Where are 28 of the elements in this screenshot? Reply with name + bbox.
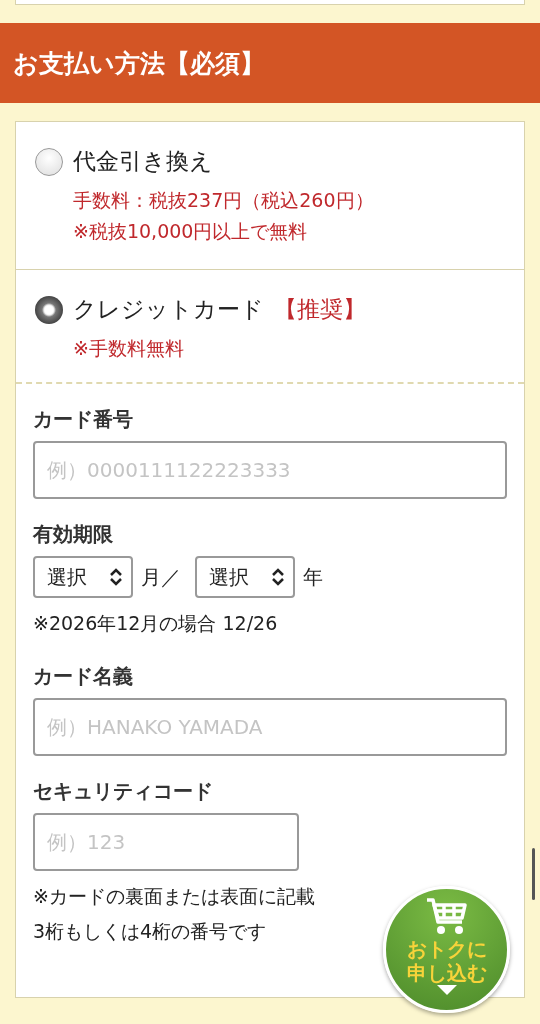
unit-label: 月／	[141, 563, 181, 591]
select-field[interactable]: 選択	[33, 556, 133, 598]
radio-button[interactable]	[35, 295, 63, 324]
section-title: お支払い方法【必須】	[0, 23, 540, 103]
cart-icon	[424, 897, 469, 937]
chevron-icon	[271, 567, 285, 587]
input-field[interactable]: 例）123	[33, 813, 299, 871]
option-label: クレジットカード	[73, 295, 264, 324]
input-field[interactable]: 例）HANAKO YAMADA	[33, 698, 507, 756]
fee-note: ※手数料無料	[73, 336, 185, 361]
field-note: ※カードの裏面または表面に記載	[33, 884, 315, 909]
fee-note: ※税抜10,000円以上で無料	[73, 219, 309, 244]
field-label: 有効期限	[33, 521, 114, 548]
option-tag: 【推奨】	[274, 294, 366, 325]
input-field[interactable]: 例）0000111122223333	[33, 441, 507, 499]
radio-button[interactable]	[35, 147, 63, 176]
field-note: 3桁もしくは4桁の番号です	[33, 919, 267, 944]
down-triangle-icon	[436, 985, 457, 995]
field-label: カード名義	[33, 663, 134, 690]
select-field[interactable]: 選択	[195, 556, 295, 598]
option-label: 代金引き換え	[73, 147, 213, 176]
unit-label: 年	[303, 563, 323, 591]
scrollbar	[532, 848, 535, 900]
field-note: ※2026年12月の場合 12/26	[33, 611, 278, 636]
fee-note: 手数料：税抜237円（税込260円）	[73, 188, 375, 213]
field-label: カード番号	[33, 406, 134, 433]
field-label: セキュリティコード	[33, 778, 214, 805]
chevron-icon	[109, 567, 123, 587]
